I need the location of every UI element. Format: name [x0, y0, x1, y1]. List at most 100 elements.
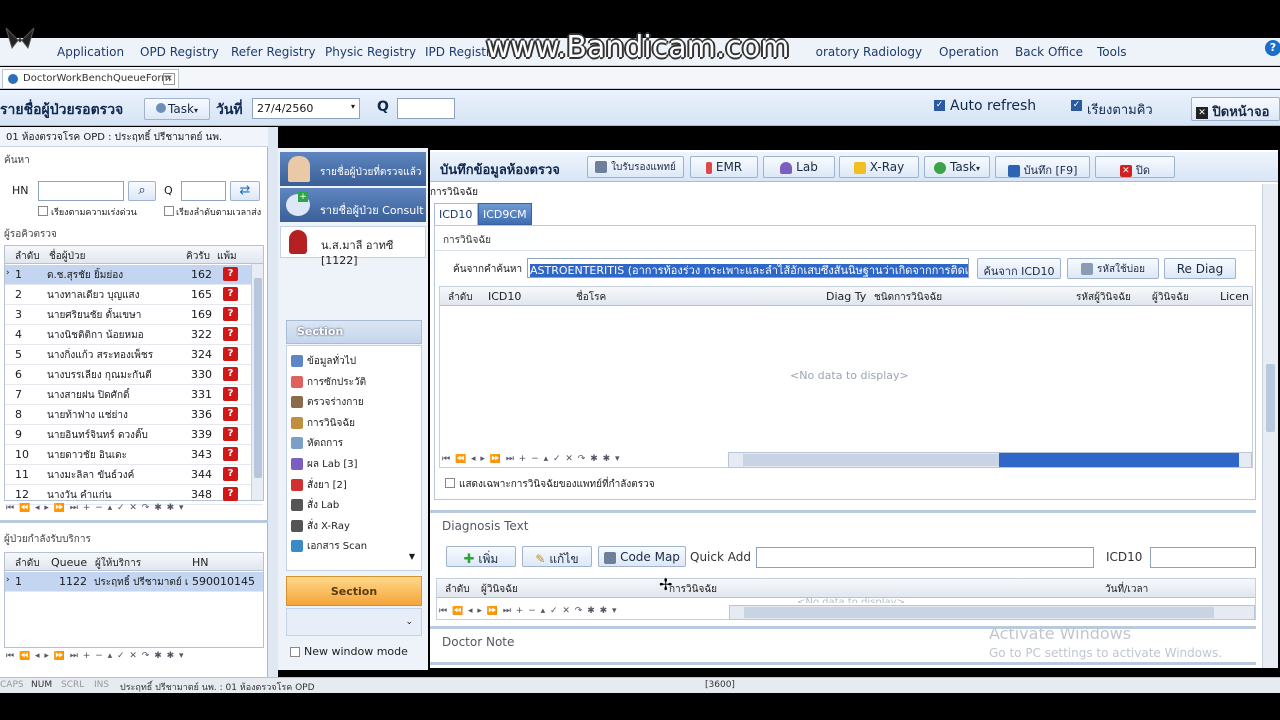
col-diagnoser[interactable]: ผู้วินิจฉัย	[481, 582, 518, 597]
file-alert-icon[interactable]: ?	[223, 307, 238, 321]
col-file[interactable]: แพ้ม	[217, 249, 237, 264]
main-splitter[interactable]	[268, 127, 278, 677]
close-tab-icon[interactable]: ✕	[163, 73, 175, 85]
table-row[interactable]: 9 นายอินทร์จินทร์ ดวงติ๊บ 339?	[5, 425, 263, 445]
col-disease-name[interactable]: ชื่อโรค	[576, 290, 606, 305]
help-icon[interactable]: ?	[1265, 40, 1280, 56]
tab-icd10[interactable]: ICD10	[434, 203, 478, 225]
section-item-physical-exam[interactable]: ตรวจร่างกาย	[291, 395, 364, 410]
frequent-codes-button[interactable]: รหัสใช้บ่อย	[1067, 258, 1159, 279]
col-patient-name[interactable]: ชื่อผู้ป่วย	[49, 249, 85, 264]
menu-radiology[interactable]: Radiology	[863, 45, 922, 59]
col-provider[interactable]: ผู้ให้บริการ	[95, 556, 141, 571]
scroll-thumb[interactable]	[743, 454, 999, 466]
chevron-down-icon[interactable]: ⌄	[405, 617, 413, 627]
diagnosis-search-input[interactable]: ASTROENTERITIS (อาการท้องร่วง กระเพาะและ…	[527, 258, 969, 278]
col-diagnosis[interactable]: การวินิจฉัย	[669, 582, 717, 597]
col-no[interactable]: ลำดับ	[445, 582, 470, 597]
table-row[interactable]: 4 นางนิชติติกา น้อยหมอ 322?	[5, 325, 263, 345]
hn-search-input[interactable]	[38, 181, 124, 201]
section-item-lab-result[interactable]: ผล Lab [3]	[291, 457, 358, 472]
col-no[interactable]: ลำดับ	[15, 249, 40, 264]
file-alert-icon[interactable]: ?	[223, 447, 238, 461]
file-alert-icon[interactable]: ?	[223, 327, 238, 341]
grid-navigator[interactable]: ⏮ ⏪ ◂ ▸ ⏩ ⏭ + − ▴ ✓ ✕ ↷ ✱ ✱ ▾	[6, 503, 256, 517]
date-picker[interactable]: 27/4/2560 ▾	[252, 98, 360, 119]
menu-physic-registry[interactable]: Physic Registry	[325, 45, 416, 59]
panel-splitter[interactable]	[430, 510, 1256, 513]
file-alert-icon[interactable]: ?	[223, 407, 238, 421]
table-row[interactable]: › 1 ด.ช.สุรชัย ยิ้มย่อง 162?	[5, 265, 263, 285]
icd10-input[interactable]	[1150, 547, 1256, 568]
only-mine-checkbox[interactable]	[445, 478, 455, 488]
col-hn[interactable]: HN	[192, 556, 209, 569]
col-diag-type[interactable]: Diag Ty	[826, 290, 866, 303]
panel-splitter[interactable]	[0, 520, 268, 523]
menu-refer-registry[interactable]: Refer Registry	[231, 45, 316, 59]
re-diag-button[interactable]: Re Diag	[1164, 258, 1236, 279]
q-search-input[interactable]	[397, 98, 455, 119]
col-no[interactable]: ลำดับ	[15, 556, 40, 571]
horizontal-scrollbar[interactable]	[729, 605, 1255, 620]
auto-refresh-checkbox[interactable]: ✓	[934, 100, 945, 111]
app-logo-icon[interactable]	[2, 24, 40, 52]
nav-consult-patients[interactable]: + รายชื่อผู้ป่วย Consult	[280, 188, 426, 222]
menu-application[interactable]: Application	[57, 45, 124, 59]
table-row[interactable]: 3 นายศริยนชัย ตั้นเขษา 169?	[5, 305, 263, 325]
section-item-procedure[interactable]: หัตถการ	[291, 436, 343, 451]
scroll-thumb[interactable]	[744, 607, 1214, 618]
save-button[interactable]: บันทึก [F9]	[995, 156, 1090, 178]
nav-examined-patients[interactable]: รายชื่อผู้ป่วยที่ตรวจแล้ว	[280, 152, 426, 186]
table-row[interactable]: 8 นายท้าฟาง แช่ย่าง 336?	[5, 405, 263, 425]
tab-doctor-workbench[interactable]: DoctorWorkBenchQueueForm ✕	[2, 69, 179, 88]
file-alert-icon[interactable]: ?	[223, 427, 238, 441]
grid-navigator[interactable]: ⏮ ⏪ ◂ ▸ ⏩ ⏭ + − ▴ ✓ ✕ ↷ ✱ ✱ ▾	[442, 454, 682, 468]
col-icd10[interactable]: ICD10	[488, 290, 521, 303]
sort-queue-checkbox[interactable]: ✓	[1071, 100, 1082, 111]
menu-opd-registry[interactable]: OPD Registry	[140, 45, 219, 59]
table-row[interactable]: 2 นางทาลเดียว บุญแสง 165?	[5, 285, 263, 305]
menu-back-office[interactable]: Back Office	[1015, 45, 1083, 59]
col-diag-kind[interactable]: ชนิดการวินิจฉัย	[874, 290, 942, 305]
quick-add-input[interactable]	[756, 547, 1094, 568]
scroll-thumb[interactable]	[254, 278, 262, 478]
section-item-general-info[interactable]: ข้อมูลทั่วไป	[291, 354, 356, 369]
chevron-down-icon[interactable]: ▾	[351, 102, 355, 111]
col-no[interactable]: ลำดับ	[448, 290, 473, 305]
section-item-xray-order[interactable]: สั่ง X-Ray	[291, 519, 350, 534]
current-patient[interactable]: น.ส.มาลี อาทซี [1122]	[280, 226, 426, 267]
grid-navigator[interactable]: ⏮ ⏪ ◂ ▸ ⏩ ⏭ + − ▴ ✓ ✕ ↷ ✱ ✱ ▾	[6, 651, 256, 665]
sort-urgent-checkbox[interactable]	[38, 206, 48, 216]
vertical-scrollbar[interactable]	[251, 264, 263, 500]
medical-certificate-button[interactable]: ใบรับรองแพทย์	[587, 156, 684, 178]
col-license[interactable]: Licen	[1220, 290, 1249, 303]
table-row[interactable]: 10 นายดาวชัย อินเดะ 343?	[5, 445, 263, 465]
edit-button[interactable]: ✎ แก้ไข	[522, 546, 592, 567]
close-screen-button[interactable]: ✕ ปิดหน้าจอ	[1191, 97, 1280, 121]
table-row[interactable]: 11 นางมะลิลา ขันธ์วงค์ 344?	[5, 465, 263, 485]
xray-button[interactable]: X-Ray	[839, 156, 919, 178]
task-dropdown-button[interactable]: Task▾	[144, 98, 210, 120]
lab-button[interactable]: Lab	[763, 156, 835, 178]
emr-button[interactable]: EMR	[690, 156, 758, 178]
col-diagnoser[interactable]: ผู้วินิจฉัย	[1152, 290, 1189, 305]
file-alert-icon[interactable]: ?	[223, 367, 238, 381]
panel-splitter[interactable]	[430, 662, 1256, 665]
new-window-checkbox[interactable]	[290, 647, 300, 657]
section-button[interactable]: Section	[286, 576, 422, 606]
vertical-scrollbar[interactable]	[1262, 184, 1278, 668]
horizontal-scrollbar[interactable]	[728, 452, 1252, 468]
panel-splitter[interactable]	[430, 626, 1256, 629]
file-alert-icon[interactable]: ?	[223, 467, 238, 481]
section-item-scan-document[interactable]: เอกสาร Scan	[291, 539, 367, 554]
section-item-prescription[interactable]: สั่งยา [2]	[291, 478, 347, 493]
col-diagnoser-code[interactable]: รหัสผู้วินิจฉัย	[1076, 290, 1131, 305]
close-button[interactable]: ✕ ปิด	[1095, 156, 1175, 178]
chevron-down-icon[interactable]: ▼	[409, 552, 415, 561]
table-row[interactable]: 5 นางกิ่งแก้ว สระทองเพ็ชร 324?	[5, 345, 263, 365]
table-row[interactable]: 7 นางสายฝน ปิดศักดิ์ 331?	[5, 385, 263, 405]
refresh-button[interactable]: ⇄	[230, 181, 260, 201]
table-row[interactable]: 6 นางบรรเลียง กุณมะกันตี 330?	[5, 365, 263, 385]
section-item-lab-order[interactable]: สั่ง Lab	[291, 498, 339, 513]
section-item-diagnosis[interactable]: การวินิจฉัย	[291, 416, 355, 431]
